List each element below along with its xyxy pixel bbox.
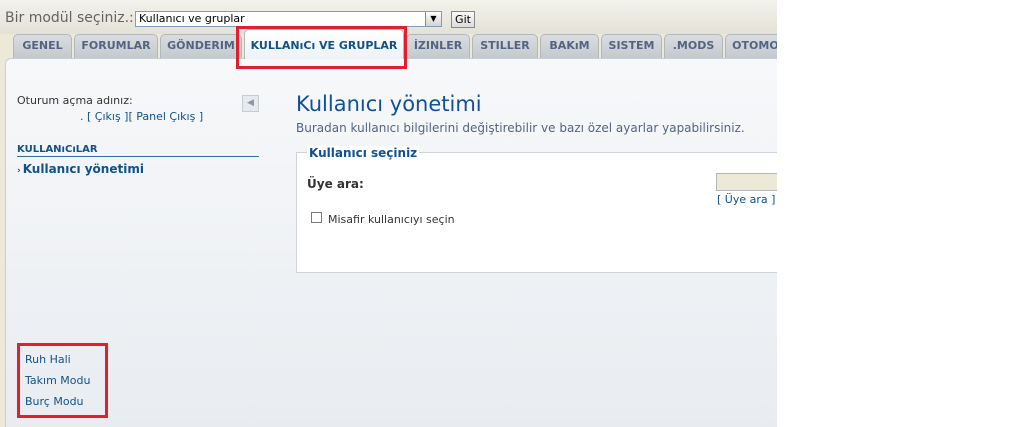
link-zodiac-mode[interactable]: Burç Modu [25, 391, 90, 412]
tab-system[interactable]: SISTEM [601, 34, 662, 58]
tab-forums[interactable]: FORUMLAR [74, 34, 158, 58]
sidebar-item-user-management[interactable]: › Kullanıcı yönetimi [17, 162, 144, 176]
tab-styles[interactable]: STILLER [472, 34, 538, 58]
tab-users-and-groups[interactable]: KULLANıCı VE GRUPLAR [244, 29, 404, 59]
admin-control-panel: Bir modül seçiniz.: Kullanıcı ve gruplar… [0, 0, 777, 427]
guest-user-label[interactable]: Misafir kullanıcıyı seçin [328, 213, 455, 226]
login-name-label: Oturum açma adınız: [17, 94, 133, 107]
logout-links[interactable]: . [ Çıkış ][ Panel Çıkış ] [80, 110, 203, 123]
member-search-label: Üye ara: [307, 177, 364, 191]
collapse-sidebar-icon[interactable]: ◀ [242, 95, 259, 112]
page-description: Buradan kullanıcı bilgilerini değiştireb… [296, 121, 745, 135]
sidebar-section-users: KULLANıCıLAR [17, 144, 259, 157]
tab-maintenance[interactable]: BAKıM [540, 34, 599, 58]
go-button[interactable]: Git [451, 11, 475, 28]
module-select-value: Kullanıcı ve gruplar [139, 12, 245, 25]
sidebar-item-label: Kullanıcı yönetimi [22, 162, 144, 176]
fieldset-legend: Kullanıcı seçiniz [307, 146, 420, 160]
module-select-label: Bir modül seçiniz.: [5, 10, 134, 26]
guest-user-checkbox[interactable] [311, 212, 322, 223]
tab-permissions[interactable]: İZINLER [406, 34, 470, 58]
module-select[interactable]: Kullanıcı ve gruplar ▼ [135, 11, 442, 27]
tab-bar: GENEL FORUMLAR GÖNDERIM KULLANıCı VE GRU… [0, 29, 777, 59]
page-title: Kullanıcı yönetimi [296, 92, 482, 116]
tab-posting[interactable]: GÖNDERIM [160, 34, 242, 58]
bullet-icon: › [17, 166, 21, 176]
chevron-down-icon[interactable]: ▼ [425, 12, 441, 26]
find-member-link[interactable]: [ Üye ara ] [717, 193, 775, 206]
member-search-input[interactable] [716, 173, 777, 191]
link-mood[interactable]: Ruh Hali [25, 349, 90, 370]
link-team-mode[interactable]: Takım Modu [25, 370, 90, 391]
tab-mods[interactable]: .MODS [664, 34, 723, 58]
tab-general[interactable]: GENEL [13, 34, 72, 58]
extra-mod-links: Ruh Hali Takım Modu Burç Modu [25, 349, 90, 412]
tab-otomod[interactable]: OTOMOD [725, 34, 777, 58]
